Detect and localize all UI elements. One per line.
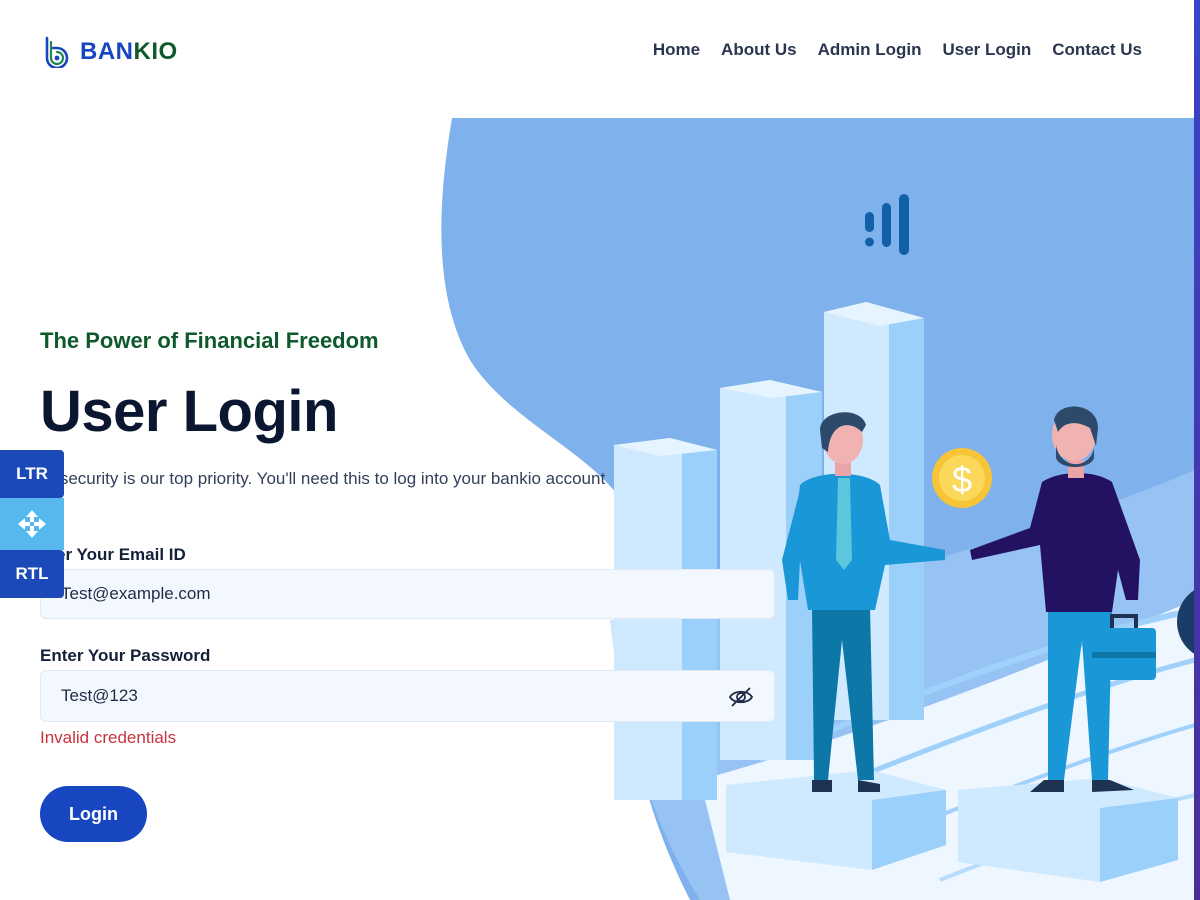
page-title: User Login bbox=[40, 379, 338, 444]
nav-about-us[interactable]: About Us bbox=[721, 40, 797, 60]
nav-admin-login[interactable]: Admin Login bbox=[818, 40, 922, 60]
password-field-wrapper bbox=[40, 670, 775, 722]
error-message: Invalid credentials bbox=[40, 728, 177, 747]
bankio-logo-icon bbox=[45, 36, 69, 68]
hero-tagline: The Power of Financial Freedom bbox=[40, 328, 379, 353]
brand-name: BANKIO bbox=[80, 38, 178, 65]
nav-home[interactable]: Home bbox=[653, 40, 700, 60]
direction-toolbar: LTR RTL bbox=[0, 450, 64, 598]
main-nav: Home About Us Admin Login User Login Con… bbox=[653, 40, 1142, 60]
brand-logo[interactable]: BANKIO bbox=[42, 36, 178, 68]
email-input[interactable] bbox=[61, 570, 721, 618]
dollar-coin-icon: $ bbox=[932, 448, 992, 508]
ltr-button[interactable]: LTR bbox=[0, 450, 64, 498]
login-button[interactable]: Login bbox=[40, 786, 147, 842]
nav-contact-us[interactable]: Contact Us bbox=[1052, 40, 1142, 60]
nav-user-login[interactable]: User Login bbox=[942, 40, 1031, 60]
password-label: Enter Your Password bbox=[40, 646, 211, 665]
move-arrows-icon bbox=[18, 510, 46, 538]
window-edge-bar bbox=[1194, 0, 1200, 900]
hero-description: ur security is our top priority. You'll … bbox=[40, 469, 606, 488]
eye-slash-icon[interactable] bbox=[728, 686, 754, 708]
hero-illustration: $ bbox=[441, 118, 1200, 900]
email-field-wrapper bbox=[40, 569, 775, 619]
password-input[interactable] bbox=[61, 671, 721, 721]
move-handle[interactable] bbox=[0, 498, 64, 550]
svg-text:$: $ bbox=[952, 459, 972, 500]
rtl-button[interactable]: RTL bbox=[0, 550, 64, 598]
site-header: BANKIO Home About Us Admin Login User Lo… bbox=[0, 0, 1200, 105]
